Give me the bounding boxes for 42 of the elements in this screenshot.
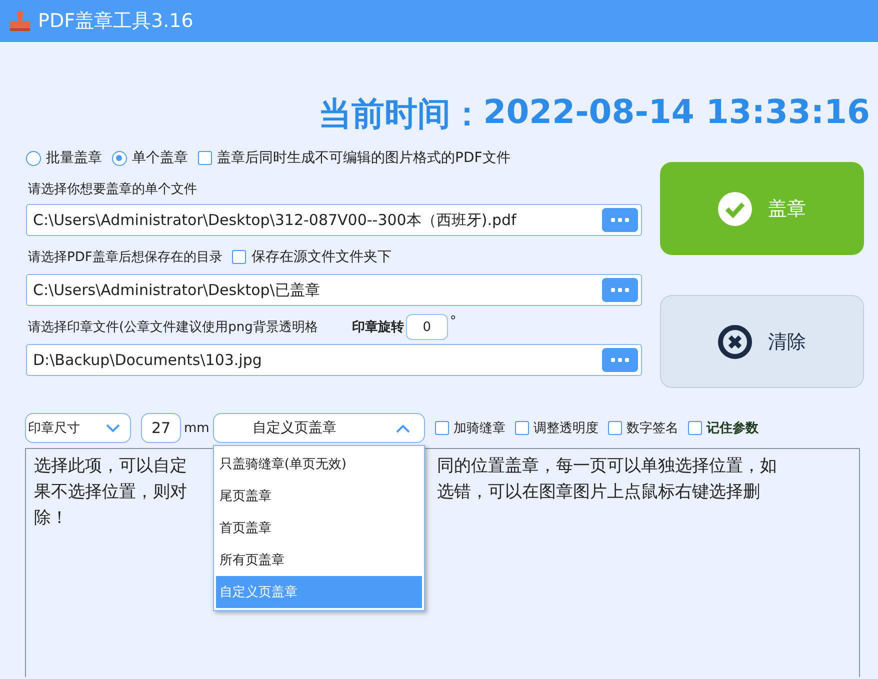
file-label: 请选择你想要盖章的单个文件 — [28, 181, 198, 198]
size-input[interactable]: 27 — [141, 413, 181, 443]
source-folder-checkbox[interactable]: 保存在源文件文件夹下 — [232, 248, 392, 266]
clear-button[interactable]: 清除 — [660, 295, 864, 388]
help-text: 同的位置盖章，每一页可以单独选择位置，如 — [437, 455, 777, 478]
rotation-input[interactable]: 0 — [406, 314, 448, 340]
chevron-up-icon — [396, 424, 410, 432]
check-icon — [718, 192, 752, 226]
dropdown-option[interactable]: 尾页盖章 — [216, 480, 422, 512]
help-text: 果不选择位置，则对 — [34, 481, 188, 504]
close-icon — [718, 324, 752, 358]
window-title: PDF盖章工具3.16 — [38, 9, 194, 34]
file-path-field[interactable]: C:\Users\Administrator\Desktop\312-087V00--300本（西班牙).pdf — [26, 204, 642, 236]
clock-time: 2022-08-14 13:33:16 — [483, 92, 870, 133]
stamp-icon — [8, 9, 32, 33]
dropdown-option[interactable]: 所有页盖章 — [216, 544, 422, 576]
stamp-file-label: 请选择印章文件(公章文件建议使用png背景透明格 — [28, 319, 318, 336]
browse-button[interactable] — [602, 348, 638, 372]
help-text: 选择此项，可以自定 — [34, 455, 188, 478]
page-mode-select[interactable]: 自定义页盖章 — [213, 413, 426, 443]
option-checkbox[interactable]: 记住参数 — [688, 419, 758, 437]
output-label: 请选择PDF盖章后想保存在的目录 — [28, 249, 222, 266]
browse-button[interactable] — [602, 278, 638, 302]
stamp-path-field[interactable]: D:\Backup\Documents\103.jpg — [26, 344, 642, 376]
dropdown-option[interactable]: 只盖骑缝章(单页无效) — [216, 448, 422, 480]
mode-radio[interactable]: 单个盖章 — [112, 149, 188, 167]
dropdown-option[interactable]: 首页盖章 — [216, 512, 422, 544]
mode-radio[interactable]: 批量盖章 — [26, 149, 102, 167]
output-path-field[interactable]: C:\Users\Administrator\Desktop\已盖章 — [26, 274, 642, 306]
image-pdf-checkbox[interactable]: 盖章后同时生成不可编辑的图片格式的PDF文件 — [198, 149, 510, 167]
option-checkbox[interactable]: 数字签名 — [608, 419, 678, 437]
size-select[interactable]: 印章尺寸 — [25, 413, 131, 443]
help-text: 选错，可以在图章图片上点鼠标右键选择删 — [437, 481, 760, 504]
clock-label: 当前时间： — [318, 93, 484, 135]
option-checkbox[interactable]: 调整透明度 — [515, 419, 598, 437]
help-text: 除！ — [34, 507, 69, 530]
browse-button[interactable] — [602, 208, 638, 232]
rotation-label: 印章旋转 — [352, 318, 404, 336]
size-unit: mm — [184, 420, 210, 436]
option-checkbox[interactable]: 加骑缝章 — [435, 419, 506, 437]
degree-unit: ° — [450, 314, 456, 329]
chevron-down-icon — [106, 424, 120, 432]
